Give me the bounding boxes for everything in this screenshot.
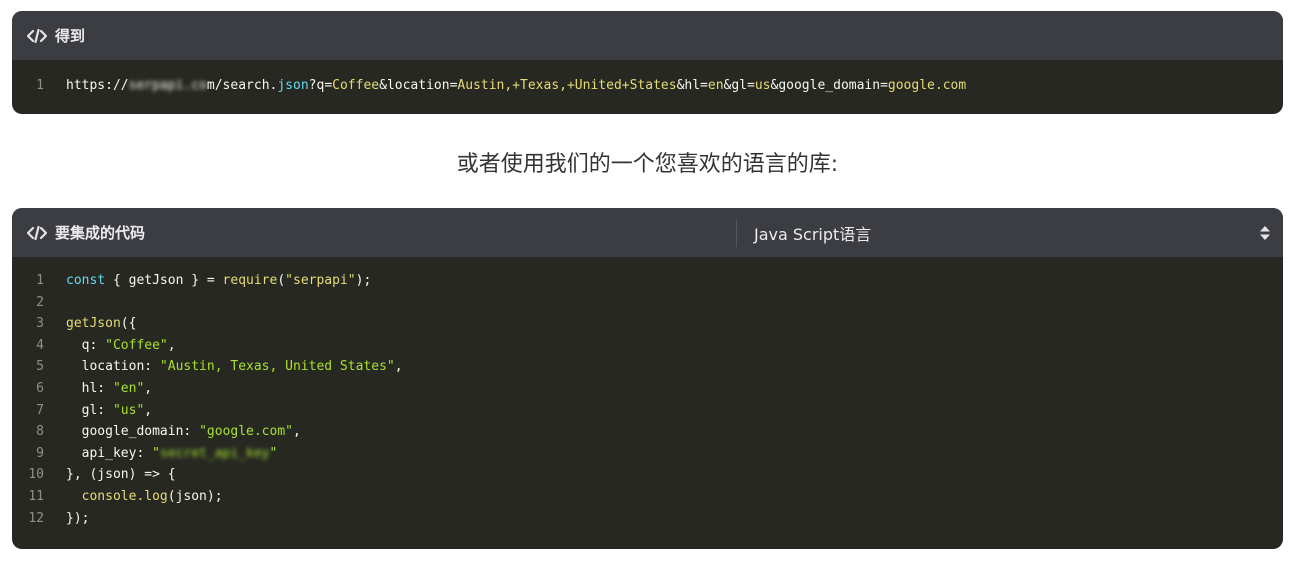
code-line: 8 google_domain: "google.com",: [12, 421, 1283, 443]
code-line: 3 getJson({: [12, 313, 1283, 335]
line-number: 1: [36, 78, 44, 93]
blurred-api-key: secret_api_key: [159, 445, 270, 461]
code-line: 7 gl: "us",: [12, 400, 1283, 422]
code-line: 1 https://serpapi.com/search.json?q=Coff…: [12, 75, 1283, 97]
code-line: 4 q: "Coffee",: [12, 335, 1283, 357]
line-number: 11: [28, 488, 44, 504]
line-number: 10: [28, 467, 44, 483]
line-number: 4: [36, 337, 44, 353]
language-select-value: Java Script语言: [754, 224, 872, 244]
request-url: https://serpapi.com/search.json?q=Coffee…: [66, 78, 967, 93]
code-line: 10 }, (json) => {: [12, 464, 1283, 486]
line-number: 2: [36, 294, 44, 310]
line-number: 9: [36, 445, 44, 461]
code-line: 5 location: "Austin, Texas, United State…: [12, 356, 1283, 378]
integration-code-block[interactable]: 1 const { getJson } = require("serpapi")…: [12, 257, 1283, 529]
line-number: 1: [36, 273, 44, 288]
line-number: 8: [36, 424, 44, 440]
code-line: 2: [12, 292, 1283, 314]
line-number: 7: [36, 402, 44, 418]
line-number: 5: [36, 359, 44, 375]
header-divider: [736, 219, 737, 247]
request-card-header: 得到: [12, 11, 1283, 60]
language-select[interactable]: Java Script语言: [754, 208, 1283, 257]
code-line: 1 const { getJson } = require("serpapi")…: [12, 270, 1283, 292]
libraries-intro-text: 或者使用我们的一个您喜欢的语言的库:: [456, 152, 839, 177]
code-icon: [26, 28, 48, 44]
integration-card-title: 要集成的代码: [55, 224, 146, 242]
code-icon: [26, 225, 48, 241]
code-line: 9 api_key: "secret_api_key": [12, 443, 1283, 465]
blurred-host: serpapi.co: [128, 78, 207, 93]
line-number: 3: [36, 316, 44, 332]
request-url-block[interactable]: 1 https://serpapi.com/search.json?q=Coff…: [12, 60, 1283, 97]
integration-code-card: 要集成的代码 Java Script语言 1 const { getJson }…: [12, 208, 1283, 549]
integration-card-header: 要集成的代码 Java Script语言: [12, 208, 1283, 257]
code-line: 6 hl: "en",: [12, 378, 1283, 400]
line-number: 6: [36, 380, 44, 396]
code-line: 11 console.log(json);: [12, 486, 1283, 508]
line-number: 12: [28, 510, 44, 526]
request-card: 得到 1 https://serpapi.com/search.json?q=C…: [12, 11, 1283, 114]
request-card-title: 得到: [55, 27, 86, 45]
sort-arrows-icon: [1259, 225, 1271, 241]
code-line: 12 });: [12, 508, 1283, 530]
